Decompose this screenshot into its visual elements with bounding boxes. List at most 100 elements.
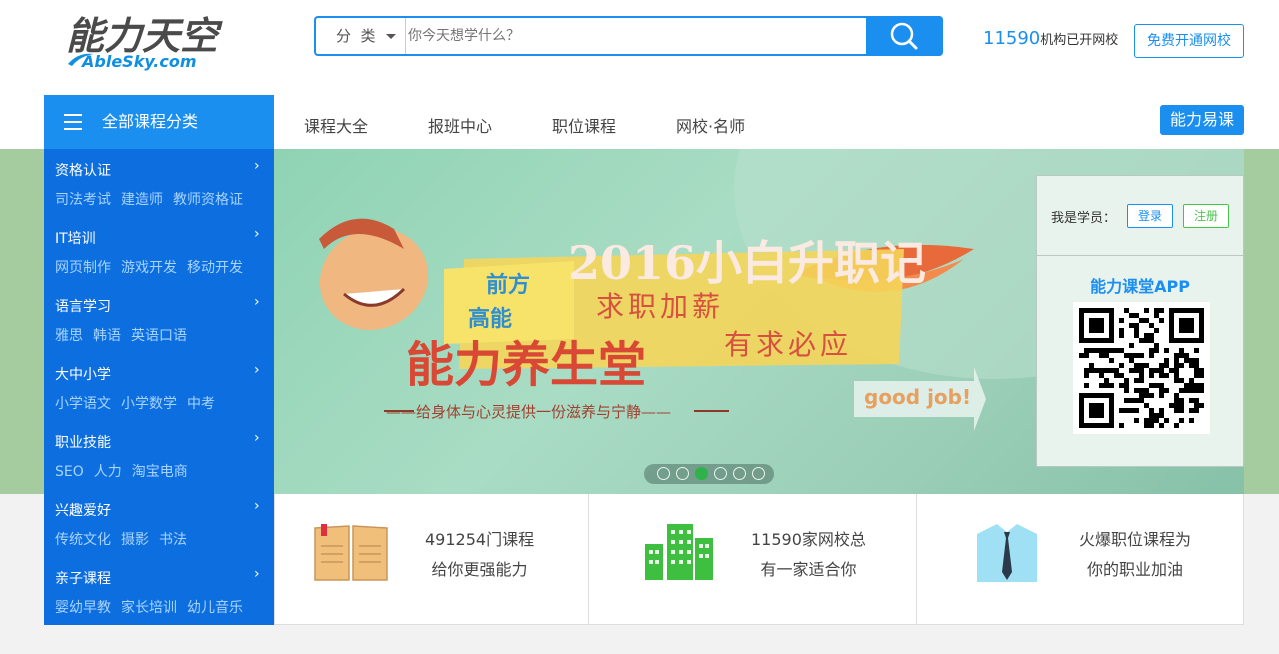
carousel-dot[interactable]	[714, 467, 727, 480]
category-link[interactable]: 人力	[94, 464, 122, 480]
category-title[interactable]: 亲子课程	[55, 568, 111, 588]
feature-line-2: 给你更强能力	[431, 560, 528, 579]
category-link[interactable]: 韩语	[93, 328, 121, 344]
category-item[interactable]: 资格认证 › 司法考试 建造师 教师资格证	[44, 149, 274, 217]
category-link[interactable]: 英语口语	[131, 328, 187, 344]
category-links: 雅思 韩语 英语口语	[55, 325, 197, 345]
category-link[interactable]: 书法	[159, 532, 187, 548]
category-link[interactable]: 移动开发	[187, 260, 243, 276]
all-categories-label: 全部课程分类	[102, 112, 199, 131]
category-link[interactable]: 中考	[187, 396, 215, 412]
chevron-right-icon: ›	[254, 226, 260, 242]
open-school-button[interactable]: 免费开通网校	[1134, 24, 1244, 58]
category-link[interactable]: 建造师	[121, 192, 163, 208]
header: 能力天空 AbleSky.com 分 类 11590机构已开网校 免费开通网校 …	[0, 0, 1279, 149]
search-category-select[interactable]: 分 类	[316, 18, 406, 54]
login-area: 我是学员： 登录 注册	[1037, 176, 1243, 256]
category-links: 传统文化 摄影 书法	[55, 529, 197, 549]
category-item[interactable]: 语言学习 › 雅思 韩语 英语口语	[44, 285, 274, 353]
category-link[interactable]: 小学语文	[55, 396, 111, 412]
feature-line-2: 有一家适合你	[760, 560, 857, 579]
category-item[interactable]: 兴趣爱好 › 传统文化 摄影 书法	[44, 489, 274, 557]
feature-jobs[interactable]: 火爆职位课程为 你的职业加油	[917, 494, 1244, 624]
category-title[interactable]: 语言学习	[55, 296, 111, 316]
category-link[interactable]: 司法考试	[55, 192, 111, 208]
category-title[interactable]: 资格认证	[55, 160, 111, 180]
feature-text: 火爆职位课程为 你的职业加油	[1079, 525, 1191, 585]
features-strip: 491254门课程 给你更强能力 11590家网校总 有一家适合你 火爆职位课程…	[274, 494, 1244, 625]
category-links: 司法考试 建造师 教师资格证	[55, 189, 253, 209]
category-link[interactable]: 游戏开发	[121, 260, 177, 276]
chevron-right-icon: ›	[254, 566, 260, 582]
chevron-down-icon	[386, 34, 396, 39]
search-icon	[890, 22, 918, 50]
carousel-dot-active[interactable]	[695, 467, 708, 480]
nav-item-schools-teachers[interactable]: 网校·名师	[676, 113, 745, 137]
nav-item-enroll[interactable]: 报班中心	[428, 113, 492, 137]
category-title[interactable]: IT培训	[55, 228, 96, 248]
category-link[interactable]: 婴幼早教	[55, 600, 111, 616]
search-button[interactable]	[866, 16, 943, 56]
login-button[interactable]: 登录	[1127, 204, 1173, 228]
chevron-right-icon: ›	[254, 498, 260, 514]
category-link[interactable]: SEO	[55, 464, 84, 480]
menu-icon	[64, 114, 82, 130]
category-links: 小学语文 小学数学 中考	[55, 393, 225, 413]
school-count-stat: 11590机构已开网校	[983, 28, 1118, 49]
category-link[interactable]: 幼儿音乐	[187, 600, 243, 616]
category-links: 婴幼早教 家长培训 幼儿音乐	[55, 597, 253, 617]
category-item[interactable]: 亲子课程 › 婴幼早教 家长培训 幼儿音乐	[44, 557, 274, 625]
qr-code-icon	[1073, 302, 1210, 434]
app-title[interactable]: 能力课堂APP	[1037, 273, 1243, 297]
category-link[interactable]: 小学数学	[121, 396, 177, 412]
shirt-tie-icon	[977, 524, 1037, 582]
banner-tag-1: 前方	[486, 273, 531, 298]
category-item[interactable]: 大中小学 › 小学语文 小学数学 中考	[44, 353, 274, 421]
category-item[interactable]: IT培训 › 网页制作 游戏开发 移动开发	[44, 217, 274, 285]
category-links: SEO 人力 淘宝电商	[55, 461, 198, 481]
category-link[interactable]: 雅思	[55, 328, 83, 344]
category-link[interactable]: 家长培训	[121, 600, 177, 616]
chevron-right-icon: ›	[254, 158, 260, 174]
category-links: 网页制作 游戏开发 移动开发	[55, 257, 253, 277]
search-category-label: 分 类	[336, 27, 376, 45]
feature-line-1: 491254门课程	[425, 530, 535, 549]
category-link[interactable]: 网页制作	[55, 260, 111, 276]
feature-text: 491254门课程 给你更强能力	[425, 525, 534, 585]
banner-slogan: 求职加薪	[596, 290, 725, 323]
banner-good-job: good job!	[864, 385, 972, 409]
search-input[interactable]	[408, 22, 858, 50]
feature-line-1: 火爆职位课程为	[1079, 530, 1192, 549]
school-count-suffix: 机构已开网校	[1040, 33, 1119, 48]
category-link[interactable]: 传统文化	[55, 532, 111, 548]
banner-slogan-2: 有求必应	[724, 328, 853, 361]
carousel-dot[interactable]	[752, 467, 765, 480]
logo-sub-text: AbleSky.com	[82, 52, 197, 71]
carousel-dots	[644, 464, 774, 484]
carousel-dot[interactable]	[733, 467, 746, 480]
category-link[interactable]: 淘宝电商	[132, 464, 188, 480]
category-title[interactable]: 职业技能	[55, 432, 111, 452]
nav-item-job-courses[interactable]: 职位课程	[552, 113, 616, 137]
category-link[interactable]: 教师资格证	[173, 192, 243, 208]
feature-schools[interactable]: 11590家网校总 有一家适合你	[589, 494, 917, 624]
buildings-icon	[645, 524, 713, 580]
search-bar: 分 类	[314, 16, 943, 56]
category-sidebar: 资格认证 › 司法考试 建造师 教师资格证 IT培训 › 网页制作 游戏开发 移动开发 …	[44, 149, 274, 625]
logo[interactable]: 能力天空 AbleSky.com	[66, 14, 226, 72]
student-label: 我是学员：	[1051, 211, 1117, 226]
category-item[interactable]: 职业技能 › SEO 人力 淘宝电商	[44, 421, 274, 489]
chevron-right-icon: ›	[254, 430, 260, 446]
chevron-right-icon: ›	[254, 362, 260, 378]
category-title[interactable]: 大中小学	[55, 364, 111, 384]
carousel-dot[interactable]	[676, 467, 689, 480]
nav-item-courses[interactable]: 课程大全	[304, 113, 368, 137]
all-categories-bar[interactable]: 全部课程分类	[44, 95, 274, 149]
category-link[interactable]: 摄影	[121, 532, 149, 548]
carousel-dot[interactable]	[657, 467, 670, 480]
easy-course-button[interactable]: 能力易课	[1160, 105, 1244, 135]
category-title[interactable]: 兴趣爱好	[55, 500, 111, 520]
feature-courses[interactable]: 491254门课程 给你更强能力	[275, 494, 589, 624]
feature-line-2: 你的职业加油	[1087, 560, 1184, 579]
register-button[interactable]: 注册	[1183, 204, 1229, 228]
